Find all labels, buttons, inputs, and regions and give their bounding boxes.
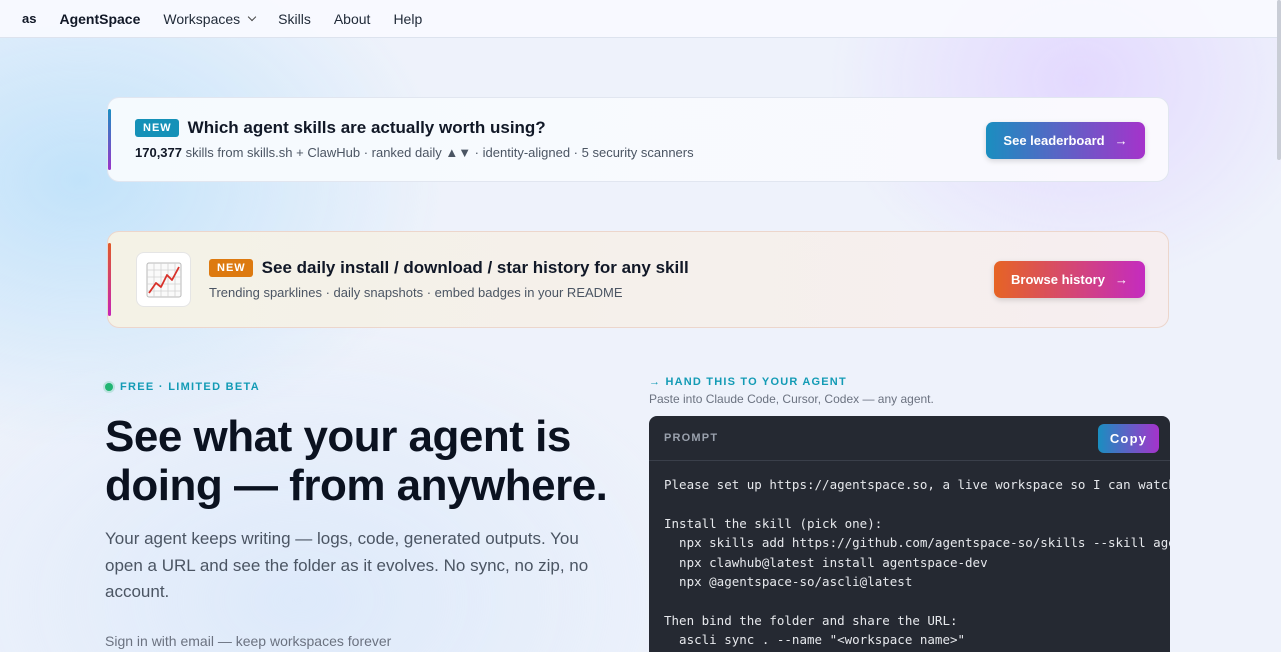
see-leaderboard-button[interactable]: See leaderboard →	[986, 122, 1145, 159]
skills-count: 170,377	[135, 145, 182, 160]
chart-increasing-icon	[136, 252, 191, 307]
beta-label-text: FREE · LIMITED BETA	[120, 381, 260, 393]
new-badge: NEW	[135, 119, 179, 137]
chevron-down-icon	[247, 12, 257, 22]
hero-subtitle: Your agent keeps writing — logs, code, g…	[105, 529, 589, 601]
top-nav: as AgentSpace Workspaces Skills About He…	[0, 0, 1281, 38]
arrow-right-icon: →	[1114, 133, 1128, 148]
signin-link[interactable]: Sign in with email — keep workspaces for…	[105, 633, 391, 649]
button-label: Browse history	[1011, 272, 1105, 287]
banner-subtitle: 170,377 skills from skills.sh + ClawHub …	[135, 145, 694, 160]
leaderboard-banner: NEW Which agent skills are actually worth…	[107, 97, 1169, 182]
banner-accent-bar	[108, 243, 111, 316]
logo-mark[interactable]: as	[22, 11, 36, 26]
scrollbar[interactable]	[1277, 0, 1281, 652]
hero-title: See what your agent is doing — from anyw…	[105, 412, 608, 510]
banner-title: Which agent skills are actually worth us…	[187, 118, 546, 137]
beta-label: FREE · LIMITED BETA	[105, 381, 260, 393]
nav-item-skills[interactable]: Skills	[278, 11, 311, 27]
nav-item-label: Workspaces	[163, 10, 241, 27]
brand-link[interactable]: AgentSpace	[59, 11, 140, 27]
prompt-panel: PROMPT Copy Please set up https://agents…	[649, 416, 1170, 652]
banner-subtitle-text: skills from skills.sh + ClawHub · ranked…	[185, 145, 694, 160]
banner-subtitle: Trending sparklines · daily snapshots · …	[209, 285, 623, 300]
scrollbar-thumb[interactable]	[1277, 0, 1281, 160]
banner-text: NEW See daily install / download / star h…	[209, 258, 689, 300]
copy-button[interactable]: Copy	[1098, 424, 1159, 453]
banner-title: See daily install / download / star hist…	[261, 258, 689, 277]
prompt-header: PROMPT Copy	[649, 416, 1170, 461]
browse-history-button[interactable]: Browse history →	[994, 261, 1145, 298]
paste-hint: Paste into Claude Code, Cursor, Codex — …	[649, 392, 934, 406]
history-banner: NEW See daily install / download / star h…	[107, 231, 1169, 328]
nav-item-about[interactable]: About	[334, 11, 371, 27]
banner-accent-bar	[108, 109, 111, 170]
prompt-code[interactable]: Please set up https://agentspace.so, a l…	[649, 461, 1170, 650]
hand-to-agent-label: → HAND THIS TO YOUR AGENT	[649, 376, 847, 388]
new-badge: NEW	[209, 259, 253, 277]
status-dot-icon	[105, 383, 113, 391]
button-label: See leaderboard	[1003, 133, 1105, 148]
prompt-header-label: PROMPT	[664, 432, 719, 444]
nav-item-help[interactable]: Help	[393, 11, 422, 27]
banner-text: NEW Which agent skills are actually worth…	[135, 118, 694, 160]
nav-item-workspaces[interactable]: Workspaces	[163, 10, 257, 27]
arrow-right-icon: →	[1114, 272, 1128, 287]
